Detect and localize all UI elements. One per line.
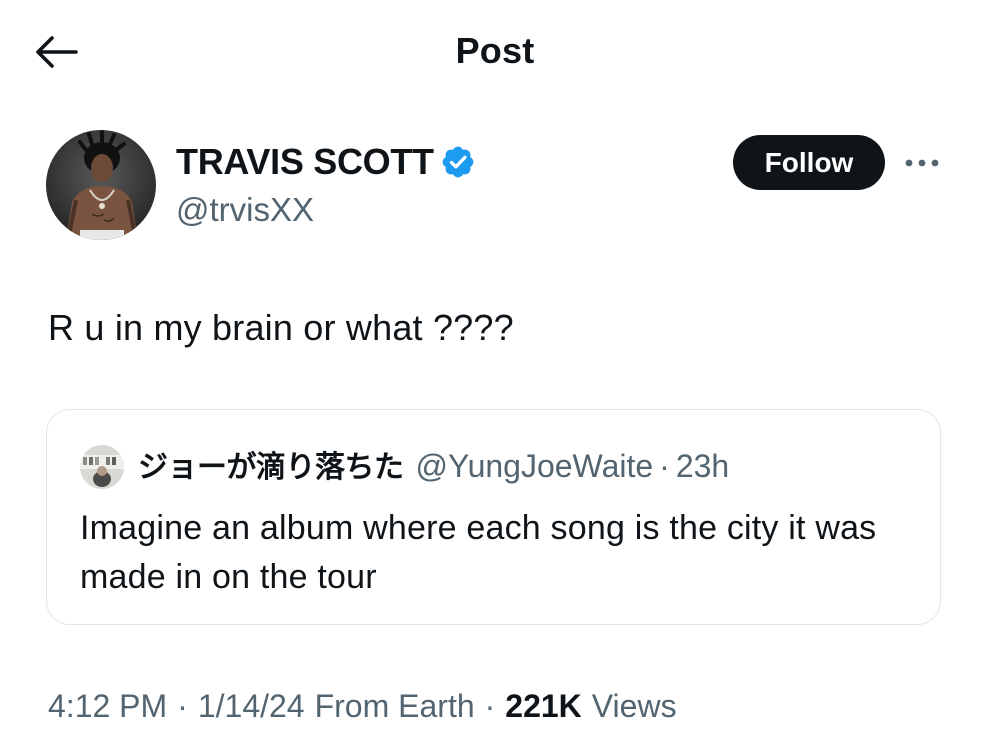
meta-separator: · bbox=[177, 688, 188, 724]
quoted-author-avatar[interactable] bbox=[80, 445, 124, 489]
post-text: R u in my brain or what ???? bbox=[48, 307, 514, 348]
avatar-image bbox=[46, 130, 156, 240]
quoted-author-name[interactable]: ジョーが滴り落ちた bbox=[138, 446, 404, 490]
post-metadata: 4:12 PM · 1/14/24 From Earth · 221K View… bbox=[48, 684, 677, 728]
more-options-button[interactable] bbox=[902, 146, 942, 180]
views-label: Views bbox=[591, 688, 677, 724]
quoted-avatar-image bbox=[80, 445, 124, 489]
top-bar: Post bbox=[0, 0, 990, 100]
quoted-post-header: ジョーが滴り落ちた @YungJoeWaite · 23h bbox=[138, 444, 729, 490]
post-source: From Earth bbox=[314, 688, 475, 724]
quoted-post-text: Imagine an album where each song is the … bbox=[80, 509, 877, 596]
author-name: TRAVIS SCOTT bbox=[176, 141, 434, 182]
verified-badge-icon bbox=[440, 144, 476, 180]
page-title: Post bbox=[455, 30, 535, 71]
author-name-row[interactable]: TRAVIS SCOTT bbox=[176, 140, 476, 184]
views-count[interactable]: 221K bbox=[505, 684, 582, 728]
quoted-post[interactable]: ジョーが滴り落ちた @YungJoeWaite · 23h Imagine an… bbox=[46, 409, 941, 625]
quoted-separator: · bbox=[659, 448, 670, 484]
author-avatar[interactable] bbox=[46, 130, 156, 240]
meta-separator: · bbox=[484, 688, 496, 724]
author-handle[interactable]: @trvisXX bbox=[176, 188, 314, 232]
post-date[interactable]: 1/14/24 bbox=[198, 684, 305, 728]
follow-button[interactable]: Follow bbox=[733, 135, 885, 190]
quoted-timestamp[interactable]: 23h bbox=[676, 444, 729, 488]
quoted-author-handle[interactable]: @YungJoeWaite bbox=[416, 444, 654, 488]
more-horizontal-icon bbox=[905, 159, 939, 167]
post-time[interactable]: 4:12 PM bbox=[48, 684, 167, 728]
